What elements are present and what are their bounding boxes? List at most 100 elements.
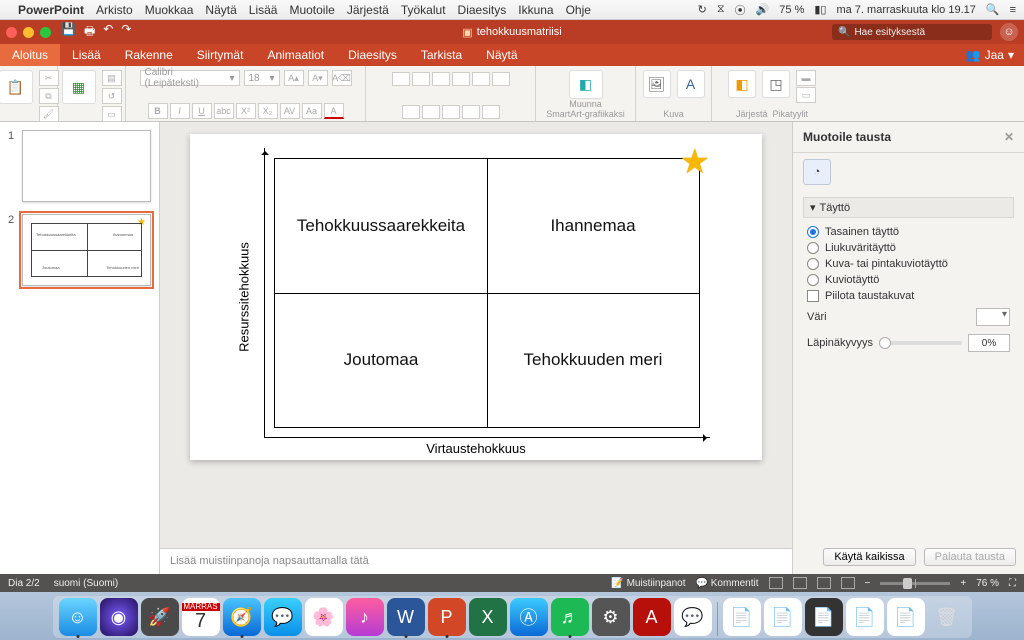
text-direction-icon[interactable] xyxy=(492,72,510,86)
menu-jarjesta[interactable]: Järjestä xyxy=(347,3,389,17)
apply-all-button[interactable]: Käytä kaikissa xyxy=(823,548,915,566)
appstore-icon[interactable]: Ⓐ xyxy=(510,598,548,636)
radio-gradient-fill[interactable]: Liukuväritäyttö xyxy=(803,240,1014,256)
radio-picture-fill[interactable]: Kuva- tai pintakuviotäyttö xyxy=(803,256,1014,272)
strike-button[interactable]: abc xyxy=(214,103,234,119)
opacity-slider[interactable] xyxy=(879,341,962,345)
paste-button[interactable]: 📋 xyxy=(0,70,33,104)
menu-ikkuna[interactable]: Ikkuna xyxy=(518,3,553,17)
spotlight-icon[interactable]: 🔍 xyxy=(986,3,1000,16)
app-name[interactable]: PowerPoint xyxy=(18,3,84,17)
search-presentation-input[interactable]: 🔍 Hae esityksestä xyxy=(832,24,992,40)
grow-font-icon[interactable]: A▴ xyxy=(284,70,304,86)
char-spacing-icon[interactable]: AV xyxy=(280,103,300,119)
fill-mode-icon[interactable]: ◔ xyxy=(803,159,831,185)
checkbox-hide-bg[interactable]: Piilota taustakuvat xyxy=(803,288,1014,304)
tab-lisaa[interactable]: Lisää xyxy=(60,44,113,66)
slider-thumb[interactable] xyxy=(879,337,891,349)
shape-fill-icon[interactable]: ▬ xyxy=(796,70,816,86)
align-center-icon[interactable] xyxy=(422,105,440,119)
language-indicator[interactable]: suomi (Suomi) xyxy=(54,578,118,589)
photos-icon[interactable]: 🌸 xyxy=(305,598,343,636)
battery-icon[interactable]: ▮▯ xyxy=(814,3,826,16)
bold-button[interactable]: B xyxy=(148,103,168,119)
justify-icon[interactable] xyxy=(462,105,480,119)
notes-pane[interactable]: Lisää muistiinpanoja napsauttamalla tätä xyxy=(160,548,792,574)
minimize-icon[interactable] xyxy=(23,27,34,38)
decrease-indent-icon[interactable] xyxy=(432,72,450,86)
acrobat-icon[interactable]: A xyxy=(633,598,671,636)
menu-arkisto[interactable]: Arkisto xyxy=(96,3,133,17)
traffic-lights[interactable] xyxy=(6,27,51,38)
copy-icon[interactable]: ⧉ xyxy=(39,88,59,104)
feedback-icon[interactable]: ☺ xyxy=(1000,23,1018,41)
smartart-button[interactable]: ◧ xyxy=(569,70,603,99)
align-left-icon[interactable] xyxy=(402,105,420,119)
volume-icon[interactable]: 🔊 xyxy=(756,3,770,16)
tab-rakenne[interactable]: Rakenne xyxy=(113,44,185,66)
reset-icon[interactable]: ↺ xyxy=(102,88,122,104)
menu-extra-icon[interactable]: ≡ xyxy=(1010,4,1016,16)
zoom-in-icon[interactable]: + xyxy=(960,578,966,589)
menu-muokkaa[interactable]: Muokkaa xyxy=(145,3,194,17)
trash-icon[interactable]: 🗑 xyxy=(928,598,966,636)
subscript-button[interactable]: X₂ xyxy=(258,103,278,119)
arrange-button[interactable]: ◧ xyxy=(728,70,756,98)
numbering-icon[interactable] xyxy=(412,72,430,86)
layout-icon[interactable]: ▤ xyxy=(102,70,122,86)
font-family-select[interactable]: Calibri (Leipäteksti)▾ xyxy=(140,70,240,86)
normal-view-icon[interactable] xyxy=(769,577,783,589)
change-case-icon[interactable]: Aa xyxy=(302,103,322,119)
comments-button[interactable]: 💬 Kommentit xyxy=(695,578,758,589)
font-size-select[interactable]: 18▾ xyxy=(244,70,280,86)
underline-button[interactable]: U xyxy=(192,103,212,119)
shape-outline-icon[interactable]: ▭ xyxy=(796,87,816,103)
clock-text[interactable]: ma 7. marraskuuta klo 19.17 xyxy=(836,4,975,16)
italic-button[interactable]: I xyxy=(170,103,190,119)
siri-icon[interactable]: ◉ xyxy=(100,598,138,636)
align-right-icon[interactable] xyxy=(442,105,460,119)
increase-indent-icon[interactable] xyxy=(452,72,470,86)
tab-diaesitys[interactable]: Diaesitys xyxy=(336,44,409,66)
zoom-slider[interactable] xyxy=(880,582,950,585)
zoom-out-icon[interactable]: − xyxy=(865,578,871,589)
finder-icon[interactable]: ☺ xyxy=(59,598,97,636)
shrink-font-icon[interactable]: A▾ xyxy=(308,70,328,86)
bluetooth-icon[interactable]: ⧖ xyxy=(717,3,725,16)
clear-format-icon[interactable]: A⌫ xyxy=(332,70,352,86)
superscript-button[interactable]: X² xyxy=(236,103,256,119)
zoom-thumb[interactable] xyxy=(903,578,912,589)
share-button[interactable]: 👥Jaa▾ xyxy=(956,48,1024,62)
font-color-icon[interactable]: A xyxy=(324,103,344,119)
tab-animaatiot[interactable]: Animaatiot xyxy=(255,44,336,66)
tab-tarkista[interactable]: Tarkista xyxy=(409,44,474,66)
menu-diaesitys[interactable]: Diaesitys xyxy=(458,3,507,17)
close-panel-icon[interactable]: ✕ xyxy=(1004,130,1014,144)
safari-icon[interactable]: 🧭 xyxy=(223,598,261,636)
color-picker[interactable] xyxy=(976,308,1010,326)
itunes-icon[interactable]: ♪ xyxy=(346,598,384,636)
bullets-icon[interactable] xyxy=(392,72,410,86)
notes-button[interactable]: 📝 Muistiinpanot xyxy=(611,578,685,589)
excel-icon[interactable]: X xyxy=(469,598,507,636)
format-painter-icon[interactable]: 🖌 xyxy=(39,106,59,122)
menu-tyokalut[interactable]: Työkalut xyxy=(401,3,446,17)
save-icon[interactable]: 💾 xyxy=(61,22,76,43)
thumbnail-1[interactable]: 1 xyxy=(8,130,151,202)
reading-view-icon[interactable] xyxy=(817,577,831,589)
tab-nayta[interactable]: Näytä xyxy=(474,44,529,66)
history-icon[interactable]: ↻ xyxy=(698,3,707,16)
tab-aloitus[interactable]: Aloitus xyxy=(0,44,60,66)
slideshow-view-icon[interactable] xyxy=(841,577,855,589)
reset-bg-button[interactable]: Palauta tausta xyxy=(924,548,1016,566)
fill-section-header[interactable]: ▾Täyttö xyxy=(803,197,1014,218)
menu-ohje[interactable]: Ohje xyxy=(566,3,591,17)
spotify-icon[interactable]: ♬ xyxy=(551,598,589,636)
zoom-value[interactable]: 76 % xyxy=(976,578,999,589)
undo-icon[interactable]: ↶ xyxy=(103,22,113,43)
doc-icon-4[interactable]: 📄 xyxy=(846,598,884,636)
line-spacing-icon[interactable] xyxy=(472,72,490,86)
new-slide-button[interactable]: ▦ xyxy=(62,70,96,104)
columns-icon[interactable] xyxy=(482,105,500,119)
textbox-button[interactable]: A xyxy=(677,70,705,98)
